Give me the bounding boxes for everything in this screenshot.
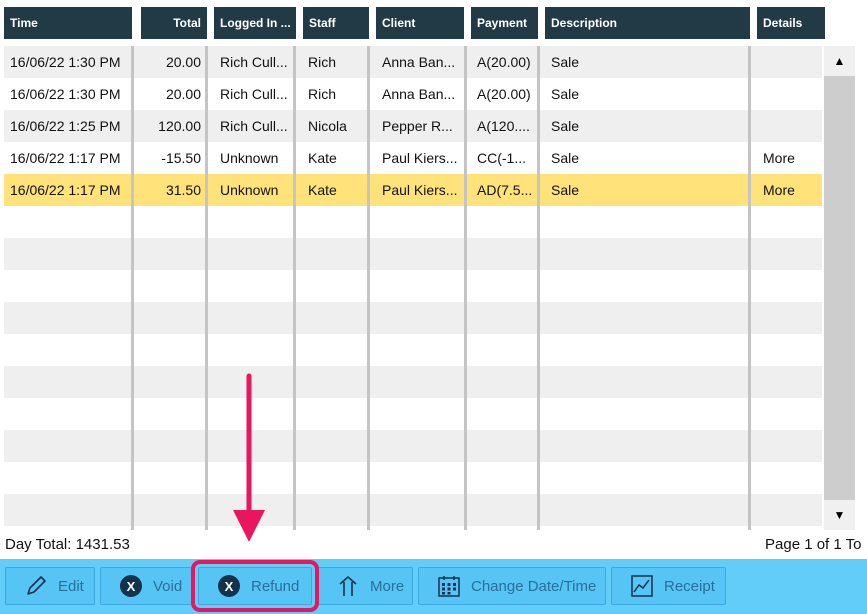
column-divider: [367, 46, 370, 530]
page-info: Page 1 of 1 To: [765, 536, 862, 553]
void-x-glyph: X: [120, 575, 142, 597]
empty-table-row[interactable]: [4, 238, 822, 270]
receipt-button[interactable]: Receipt: [611, 567, 726, 605]
x-circle-icon: X: [119, 574, 143, 598]
calendar-icon: [437, 574, 461, 598]
cell-description: Sale: [551, 86, 580, 102]
column-divider: [131, 46, 134, 530]
void-button[interactable]: X Void: [100, 567, 192, 605]
column-divider: [537, 46, 540, 530]
scroll-up-icon[interactable]: ▲: [824, 46, 855, 76]
cell-client: Pepper R...: [382, 118, 453, 134]
column-divider: [748, 46, 751, 530]
edit-label: Edit: [58, 577, 84, 595]
more-button[interactable]: More: [317, 567, 413, 605]
cell-details: [757, 46, 822, 78]
cell-details[interactable]: More: [757, 174, 822, 206]
day-total: Day Total: 1431.53: [5, 536, 130, 553]
cell-staff: Nicola: [308, 118, 347, 134]
cell-logged-in: Rich Cull...: [220, 118, 288, 134]
bottom-toolbar: Edit X Void X Refund More Change Date/Ti…: [0, 559, 867, 614]
change-date-time-button[interactable]: Change Date/Time: [418, 567, 606, 605]
change-date-time-label: Change Date/Time: [471, 577, 597, 595]
column-header-staff[interactable]: Staff: [303, 7, 369, 39]
cell-time: 16/06/22 1:30 PM: [10, 54, 121, 70]
pencil-icon: [24, 574, 48, 598]
transactions-table: 16/06/22 1:30 PM 20.00 Rich Cull... Rich Ann…: [4, 46, 822, 530]
cell-time: 16/06/22 1:17 PM: [10, 150, 121, 166]
receipt-label: Receipt: [664, 577, 715, 595]
annotation-arrow-icon: [233, 373, 265, 542]
cell-details[interactable]: More: [757, 142, 822, 174]
column-header-payment[interactable]: Payment: [471, 7, 538, 39]
cell-client: Anna Ban...: [382, 86, 456, 102]
cell-client: Paul Kiers...: [382, 182, 458, 198]
empty-table-row[interactable]: [4, 430, 822, 462]
cell-total: 120.00: [158, 118, 201, 134]
column-divider: [205, 46, 208, 530]
column-header-client[interactable]: Client: [376, 7, 464, 39]
cell-logged-in: Rich Cull...: [220, 54, 288, 70]
cell-description: Sale: [551, 118, 580, 134]
empty-table-row[interactable]: [4, 206, 822, 238]
void-label: Void: [153, 577, 183, 595]
column-header-total[interactable]: Total: [141, 7, 207, 39]
empty-table-row[interactable]: [4, 270, 822, 302]
cell-logged-in: Rich Cull...: [220, 86, 288, 102]
table-row[interactable]: 16/06/22 1:17 PM 31.50 Unknown Kate Paul Kie…: [4, 174, 822, 206]
cell-description: Sale: [551, 150, 580, 166]
cell-total: -15.50: [161, 150, 201, 166]
cell-staff: Rich: [308, 54, 337, 70]
scrollbar-thumb[interactable]: [824, 76, 855, 502]
cell-payment: A(20.00): [477, 86, 531, 102]
cell-total: 31.50: [165, 182, 201, 198]
cell-time: 16/06/22 1:17 PM: [10, 182, 121, 198]
arrows-up-icon: [336, 574, 360, 598]
empty-table-row[interactable]: [4, 398, 822, 430]
empty-table-row[interactable]: [4, 334, 822, 366]
cell-payment: CC(-1...: [477, 150, 526, 166]
refund-highlight-outline: [191, 560, 319, 612]
cell-staff: Kate: [308, 150, 337, 166]
empty-table-row[interactable]: [4, 494, 822, 526]
cell-details: [757, 110, 822, 142]
cell-client: Anna Ban...: [382, 54, 456, 70]
column-header-details[interactable]: Details: [757, 7, 825, 39]
table-row[interactable]: 16/06/22 1:30 PM 20.00 Rich Cull... Rich Ann…: [4, 78, 822, 110]
cell-staff: Kate: [308, 182, 337, 198]
column-divider: [293, 46, 296, 530]
column-header-time[interactable]: Time: [4, 7, 132, 39]
cell-description: Sale: [551, 54, 580, 70]
column-divider: [464, 46, 467, 530]
empty-table-row[interactable]: [4, 462, 822, 494]
table-row[interactable]: 16/06/22 1:30 PM 20.00 Rich Cull... Rich Ann…: [4, 46, 822, 78]
cell-payment: A(20.00): [477, 54, 531, 70]
cell-time: 16/06/22 1:30 PM: [10, 86, 121, 102]
table-row[interactable]: 16/06/22 1:25 PM 120.00 Rich Cull... Nicola…: [4, 110, 822, 142]
vertical-scrollbar[interactable]: ▲ ▼: [824, 46, 855, 530]
empty-table-row[interactable]: [4, 366, 822, 398]
cell-time: 16/06/22 1:25 PM: [10, 118, 121, 134]
column-header-description[interactable]: Description: [545, 7, 750, 39]
cell-staff: Rich: [308, 86, 337, 102]
column-header-logged-in[interactable]: Logged In ...: [214, 7, 296, 39]
cell-description: Sale: [551, 182, 580, 198]
more-label: More: [370, 577, 405, 595]
cell-total: 20.00: [165, 86, 201, 102]
cell-details: [757, 78, 822, 110]
cell-payment: A(120....: [477, 118, 530, 134]
transactions-screen: Time Total Logged In ... Staff Client Pa…: [0, 0, 867, 614]
cell-client: Paul Kiers...: [382, 150, 458, 166]
table-row[interactable]: 16/06/22 1:17 PM -15.50 Unknown Kate Paul Ki…: [4, 142, 822, 174]
edit-button[interactable]: Edit: [5, 567, 95, 605]
scroll-down-icon[interactable]: ▼: [824, 500, 855, 530]
chart-line-icon: [630, 574, 654, 598]
cell-payment: AD(7.5...: [477, 182, 533, 198]
cell-logged-in: Unknown: [220, 150, 279, 166]
cell-total: 20.00: [165, 54, 201, 70]
cell-logged-in: Unknown: [220, 182, 279, 198]
empty-table-row[interactable]: [4, 302, 822, 334]
